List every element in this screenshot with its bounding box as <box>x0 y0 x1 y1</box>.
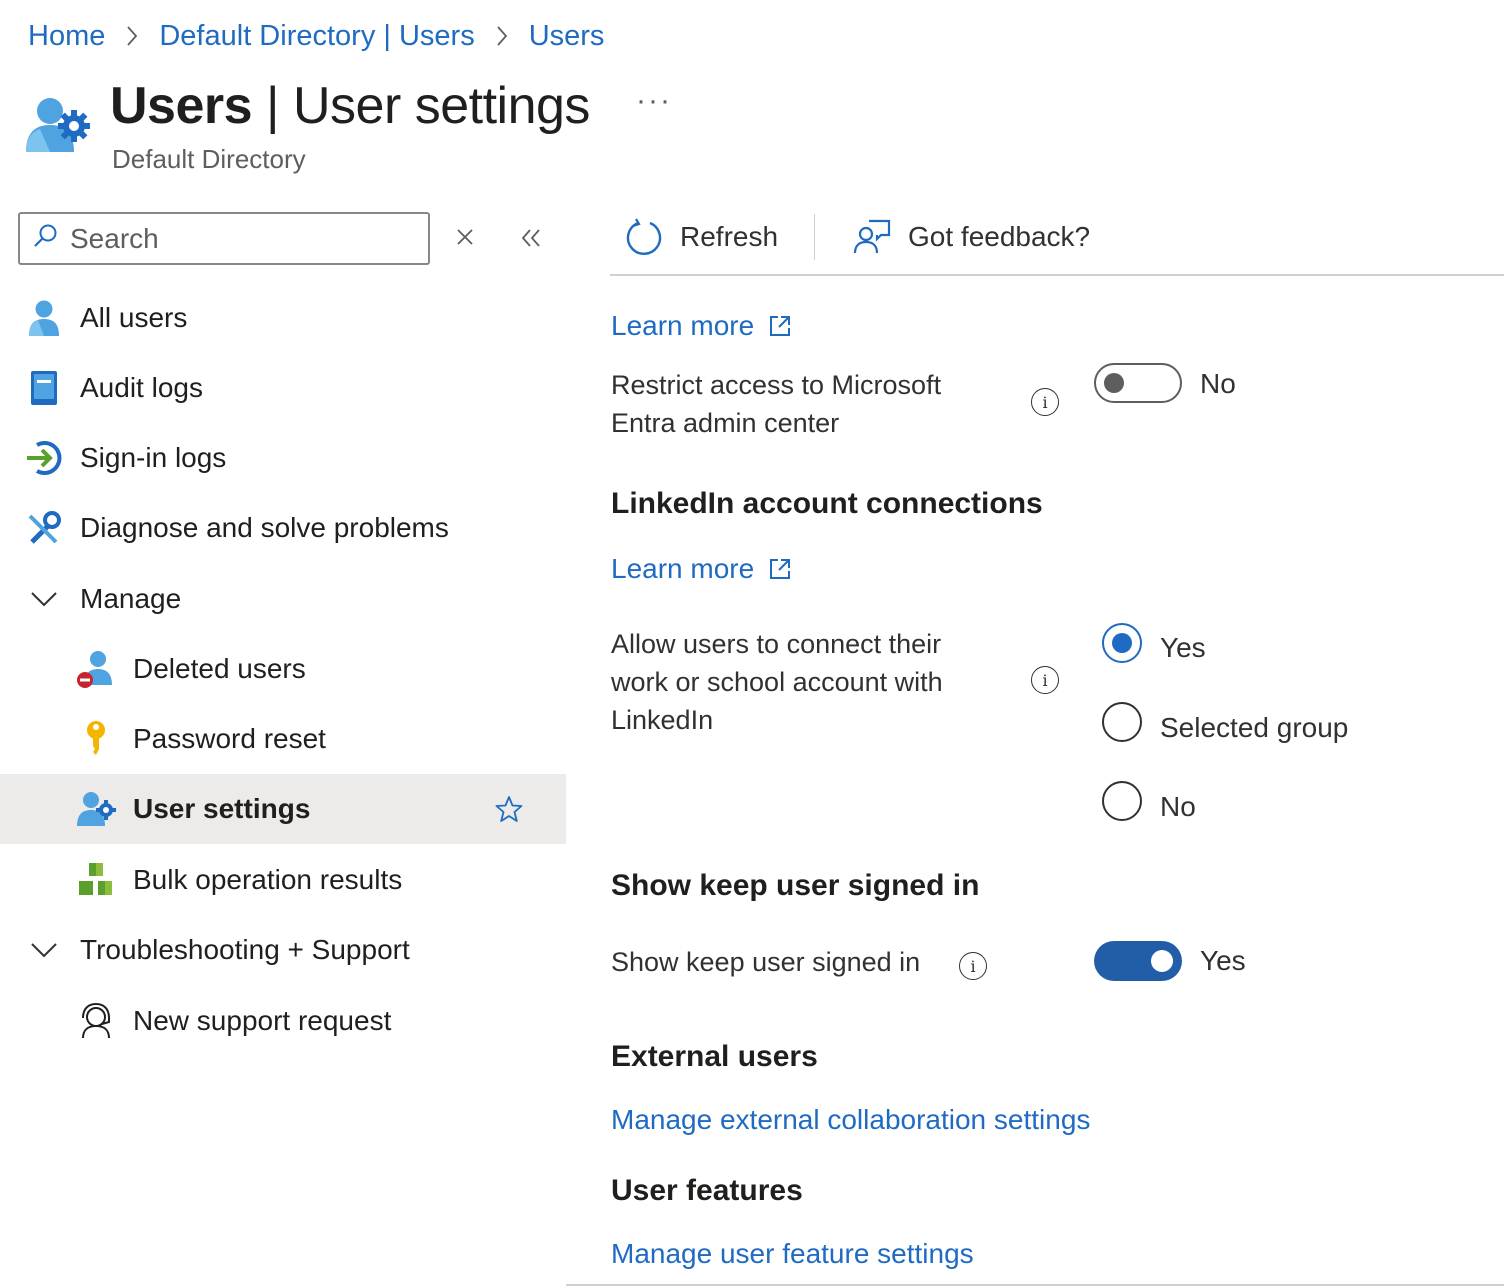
sidebar-item-all-users[interactable]: All users <box>0 283 566 353</box>
sidebar-item-label: Manage <box>80 583 182 614</box>
info-icon[interactable]: i <box>1031 388 1059 416</box>
deleted-user-icon <box>76 649 116 689</box>
keep-signed-in-label: Show keep user signed in <box>611 947 921 977</box>
sign-in-icon <box>24 438 64 478</box>
sidebar-item-audit-logs[interactable]: Audit logs <box>0 353 566 423</box>
chevron-down-icon <box>24 930 64 970</box>
external-users-heading: External users <box>611 1040 818 1073</box>
radio-linkedin-yes[interactable] <box>1102 623 1142 663</box>
restrict-access-toggle[interactable] <box>1094 363 1182 403</box>
sidebar-item-label: All users <box>80 302 188 333</box>
learn-more-link[interactable]: Learn more <box>611 553 792 585</box>
refresh-button[interactable]: Refresh <box>624 212 778 262</box>
sidebar-group-troubleshooting[interactable]: Troubleshooting + Support <box>0 915 566 985</box>
sidebar-item-diagnose[interactable]: Diagnose and solve problems <box>0 493 566 563</box>
search-icon <box>32 223 58 254</box>
sidebar-item-label: Password reset <box>133 723 326 754</box>
cubes-icon <box>76 860 116 900</box>
user-icon <box>24 298 64 338</box>
sidebar-group-manage[interactable]: Manage <box>0 564 566 634</box>
close-icon[interactable] <box>452 224 478 250</box>
info-icon[interactable]: i <box>959 952 987 980</box>
more-options-button[interactable]: ··· <box>636 84 672 118</box>
page-subtitle: Default Directory <box>112 144 306 174</box>
refresh-label: Refresh <box>680 221 779 252</box>
radio-label-selected-group: Selected group <box>1160 712 1349 743</box>
sidebar-item-label: User settings <box>133 793 311 824</box>
radio-linkedin-selected-group[interactable] <box>1102 702 1142 742</box>
sidebar-item-label: New support request <box>133 1005 392 1036</box>
chevron-right-icon <box>495 24 509 48</box>
breadcrumb-users-link[interactable]: Users <box>529 20 605 53</box>
radio-label-yes: Yes <box>1160 632 1206 663</box>
sidebar-item-label: Diagnose and solve problems <box>80 512 449 543</box>
breadcrumb-home-link[interactable]: Home <box>28 20 105 53</box>
restrict-access-value: No <box>1200 368 1236 399</box>
toolbar-divider <box>814 214 815 260</box>
star-icon[interactable] <box>494 794 524 824</box>
keep-signed-in-value: Yes <box>1200 945 1246 976</box>
user-features-heading: User features <box>611 1174 803 1207</box>
search-input[interactable] <box>70 222 400 255</box>
external-link-icon <box>770 316 791 336</box>
sidebar-item-new-support-request[interactable]: New support request <box>0 986 566 1056</box>
sidebar-item-label: Sign-in logs <box>80 442 227 473</box>
chevron-right-icon <box>125 24 139 48</box>
feedback-label: Got feedback? <box>908 221 1091 252</box>
sidebar-item-label: Deleted users <box>133 653 306 684</box>
linkedin-connect-label: Allow users to connect their work or sch… <box>611 629 943 735</box>
sidebar-item-label: Troubleshooting + Support <box>80 934 410 965</box>
sidebar-item-label: Bulk operation results <box>133 864 403 895</box>
support-icon <box>76 1001 116 1041</box>
radio-label-no: No <box>1160 791 1196 822</box>
search-box <box>18 212 430 265</box>
info-icon[interactable]: i <box>1031 666 1059 694</box>
sidebar-item-user-settings[interactable]: User settings <box>0 774 566 844</box>
manage-user-feature-settings-link[interactable]: Manage user feature settings <box>611 1238 974 1270</box>
refresh-icon <box>626 218 662 255</box>
manage-external-collaboration-link[interactable]: Manage external collaboration settings <box>611 1104 1090 1136</box>
sidebar-item-password-reset[interactable]: Password reset <box>0 704 566 774</box>
external-link-icon <box>770 559 791 579</box>
linkedin-section-heading: LinkedIn account connections <box>611 487 1043 520</box>
wrench-icon <box>24 508 64 548</box>
sidebar-item-deleted-users[interactable]: Deleted users <box>0 634 566 704</box>
bottom-divider <box>566 1284 1504 1286</box>
keep-signed-in-heading: Show keep user signed in <box>611 869 980 902</box>
radio-linkedin-no[interactable] <box>1102 781 1142 821</box>
feedback-button[interactable]: Got feedback? <box>852 212 1090 262</box>
learn-more-link[interactable]: Learn more <box>611 310 792 342</box>
sidebar-item-label: Audit logs <box>80 372 203 403</box>
sidebar-item-sign-in-logs[interactable]: Sign-in logs <box>0 423 566 493</box>
collapse-sidebar-icon[interactable] <box>516 224 546 252</box>
chevron-down-icon <box>24 579 64 619</box>
feedback-icon <box>853 219 891 254</box>
breadcrumb: Home Default Directory | Users Users <box>28 14 604 58</box>
user-settings-icon <box>76 789 116 829</box>
key-icon <box>76 719 116 759</box>
audit-log-icon <box>24 368 64 408</box>
keep-signed-in-toggle[interactable] <box>1094 941 1182 981</box>
user-settings-icon <box>24 94 92 156</box>
breadcrumb-directory-link[interactable]: Default Directory | Users <box>159 20 474 53</box>
toolbar-divider-line <box>610 274 1504 276</box>
restrict-access-label: Restrict access to Microsoft Entra admin… <box>611 370 942 438</box>
sidebar-item-bulk-operation-results[interactable]: Bulk operation results <box>0 845 566 915</box>
page-title: Users | User settings <box>110 77 590 135</box>
